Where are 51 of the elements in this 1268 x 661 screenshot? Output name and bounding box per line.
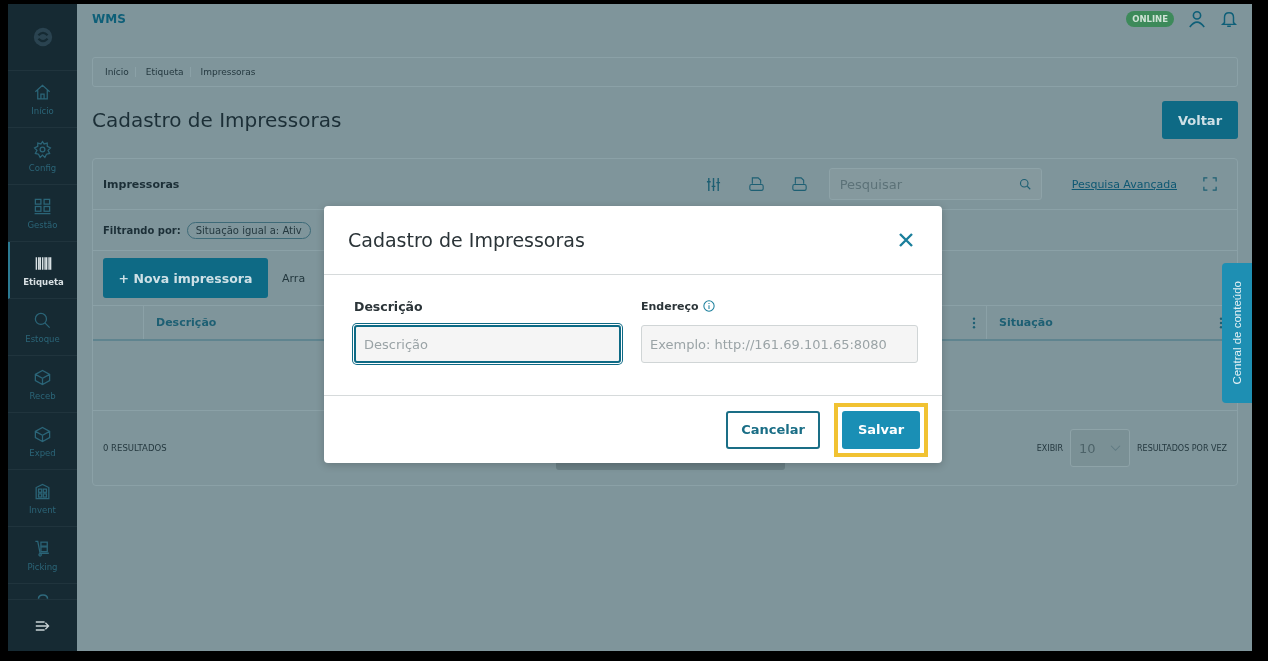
field-label: Endereço — [641, 299, 699, 313]
grid-icon — [33, 196, 52, 216]
expand-menu-icon[interactable] — [34, 619, 51, 632]
filter-label: Filtrando por: — [103, 224, 181, 236]
search-icon — [33, 310, 52, 330]
hand-truck-icon — [33, 538, 52, 558]
sidebar-item[interactable]: Picking — [8, 527, 77, 584]
breadcrumb-item[interactable]: Início — [99, 67, 136, 77]
sidebar-item[interactable]: Receb — [8, 356, 77, 413]
result-count: 0 RESULTADOS — [103, 443, 167, 453]
sidebar-item[interactable]: Etiqueta — [8, 242, 77, 299]
logo-icon — [31, 26, 54, 48]
advanced-search-link[interactable]: Pesquisa Avançada — [1071, 177, 1177, 191]
back-button[interactable]: Voltar — [1162, 101, 1238, 139]
sidebar-item[interactable]: Estoque — [8, 299, 77, 356]
breadcrumb-item[interactable]: Impressoras — [194, 67, 262, 77]
input-field[interactable]: Descrição — [354, 325, 621, 363]
kebab-icon[interactable] — [1219, 316, 1223, 329]
sidebar-item[interactable]: Gestão — [8, 185, 77, 242]
page-size-suffix: RESULTADOS POR VEZ — [1137, 443, 1227, 453]
breadcrumb-item[interactable]: Etiqueta — [139, 67, 191, 77]
column-header[interactable]: Situação — [999, 316, 1053, 329]
new-printer-button[interactable]: + Nova impressora — [103, 258, 268, 298]
sidebar-item[interactable]: Invent — [8, 470, 77, 527]
bell-icon[interactable] — [1220, 10, 1238, 28]
sidebar-item[interactable]: Início — [8, 71, 77, 128]
search-icon — [1018, 178, 1031, 190]
status-badge: ONLINE — [1126, 11, 1174, 27]
card-title: Impressoras — [103, 177, 180, 191]
drag-hint: Arra — [282, 271, 306, 285]
sidebar-item[interactable]: Config — [8, 128, 77, 185]
info-icon[interactable] — [702, 300, 715, 312]
user-icon[interactable] — [1188, 10, 1206, 28]
sliders-icon[interactable] — [705, 175, 721, 193]
save-button[interactable]: Salvar — [842, 410, 920, 449]
kebab-icon[interactable] — [972, 316, 976, 329]
app-name: WMS — [92, 12, 126, 26]
home-icon — [33, 82, 52, 102]
close-icon[interactable] — [898, 232, 914, 248]
content-center-tab[interactable]: Central de conteúdo — [1222, 263, 1252, 403]
building-icon — [33, 481, 52, 501]
gear-icon — [33, 139, 52, 159]
fullscreen-icon[interactable] — [1203, 177, 1217, 191]
chevron-down-icon — [1110, 445, 1122, 451]
field-label: Descrição — [354, 298, 423, 314]
sidebar-item[interactable]: Exped — [8, 413, 77, 470]
page-title: Cadastro de Impressoras — [92, 108, 342, 132]
modal-title: Cadastro de Impressoras — [348, 229, 585, 251]
cancel-button[interactable]: Cancelar — [726, 410, 820, 449]
page-size-label: EXIBIR — [1036, 443, 1064, 453]
column-header[interactable]: Descrição — [156, 316, 217, 329]
